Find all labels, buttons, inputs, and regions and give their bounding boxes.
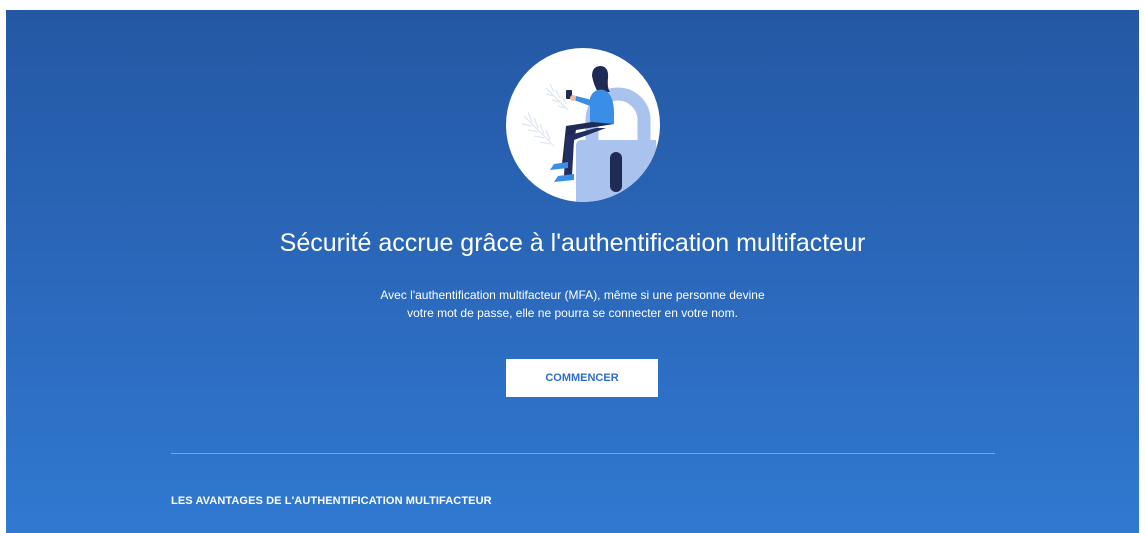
get-started-button[interactable]: COMMENCER (506, 359, 658, 397)
mfa-intro-panel: Sécurité accrue grâce à l'authentificati… (6, 10, 1139, 533)
section-divider (171, 453, 995, 454)
person-on-padlock-illustration (506, 48, 660, 202)
page-title: Sécurité accrue grâce à l'authentificati… (279, 229, 866, 257)
description-line-2: votre mot de passe, elle ne pourra se co… (407, 306, 738, 320)
description-line-1: Avec l'authentification multifacteur (MF… (380, 288, 765, 302)
benefits-heading: LES AVANTAGES DE L'AUTHENTIFICATION MULT… (171, 495, 492, 507)
mfa-description: Avec l'authentification multifacteur (MF… (6, 286, 1139, 322)
